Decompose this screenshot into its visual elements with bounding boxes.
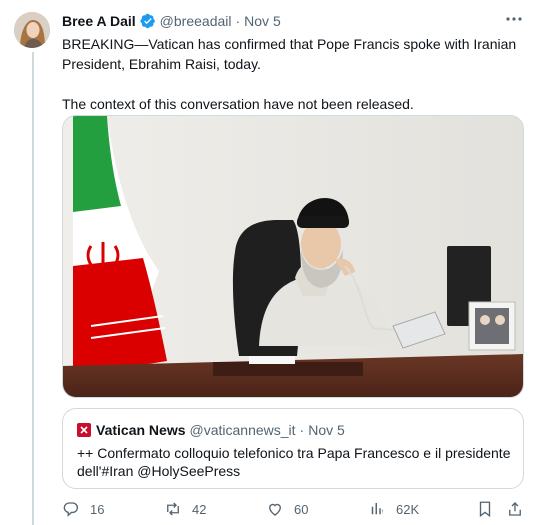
more-icon[interactable] bbox=[503, 10, 525, 28]
repost-icon bbox=[167, 502, 179, 516]
quoted-tweet-header: Vatican News @vaticannews_it · Nov 5 bbox=[77, 422, 345, 438]
repost-count: 42 bbox=[192, 501, 207, 517]
vatican-news-logo-icon bbox=[77, 423, 91, 437]
tweet-text-line: President, Ebrahim Raisi, today. bbox=[62, 56, 261, 72]
views-icon bbox=[371, 503, 383, 515]
tweet-header: Bree A Dail @breeadail · Nov 5 bbox=[62, 12, 281, 30]
like-count: 60 bbox=[294, 501, 309, 517]
quoted-tweet[interactable]: Vatican News @vaticannews_it · Nov 5 ++ … bbox=[62, 408, 524, 489]
views-button[interactable]: 62K bbox=[368, 500, 419, 518]
separator-dot: · bbox=[299, 422, 305, 438]
like-icon bbox=[269, 503, 281, 516]
tweet-timestamp[interactable]: Nov 5 bbox=[244, 13, 281, 29]
author-handle[interactable]: @breeadail bbox=[160, 13, 232, 29]
author-name[interactable]: Bree A Dail bbox=[62, 13, 136, 29]
verified-badge-icon bbox=[140, 13, 156, 29]
tweet-text: BREAKING—Vatican has confirmed that Pope… bbox=[62, 34, 524, 114]
bookmark-icon bbox=[479, 501, 491, 518]
reply-count: 16 bbox=[90, 501, 105, 517]
quoted-text-line: ++ Confermato colloquio telefonico tra P… bbox=[77, 445, 511, 461]
quoted-author-name: Vatican News bbox=[96, 422, 186, 438]
views-count: 62K bbox=[396, 501, 420, 517]
tweet-text-line: The context of this conversation have no… bbox=[62, 96, 414, 112]
quoted-text-line: dell'#Iran @HolySeePress bbox=[77, 463, 241, 479]
quoted-author-handle: @vaticannews_it bbox=[189, 422, 296, 438]
share-icon bbox=[509, 502, 521, 516]
bookmark-button[interactable] bbox=[476, 500, 494, 518]
tweet-actions: 16 42 60 62K bbox=[62, 500, 524, 520]
quoted-tweet-text: ++ Confermato colloquio telefonico tra P… bbox=[77, 444, 517, 480]
thread-line bbox=[32, 52, 34, 525]
quoted-timestamp: Nov 5 bbox=[308, 422, 345, 438]
tweet-text-line: BREAKING—Vatican has confirmed that Pope… bbox=[62, 36, 517, 52]
reply-button[interactable]: 16 bbox=[62, 500, 104, 518]
tweet-photo[interactable] bbox=[62, 115, 524, 398]
avatar[interactable] bbox=[14, 12, 50, 48]
reply-icon bbox=[63, 502, 78, 517]
share-button[interactable] bbox=[506, 500, 524, 518]
separator-dot: · bbox=[235, 13, 241, 29]
repost-button[interactable]: 42 bbox=[164, 500, 206, 518]
like-button[interactable]: 60 bbox=[266, 500, 308, 518]
